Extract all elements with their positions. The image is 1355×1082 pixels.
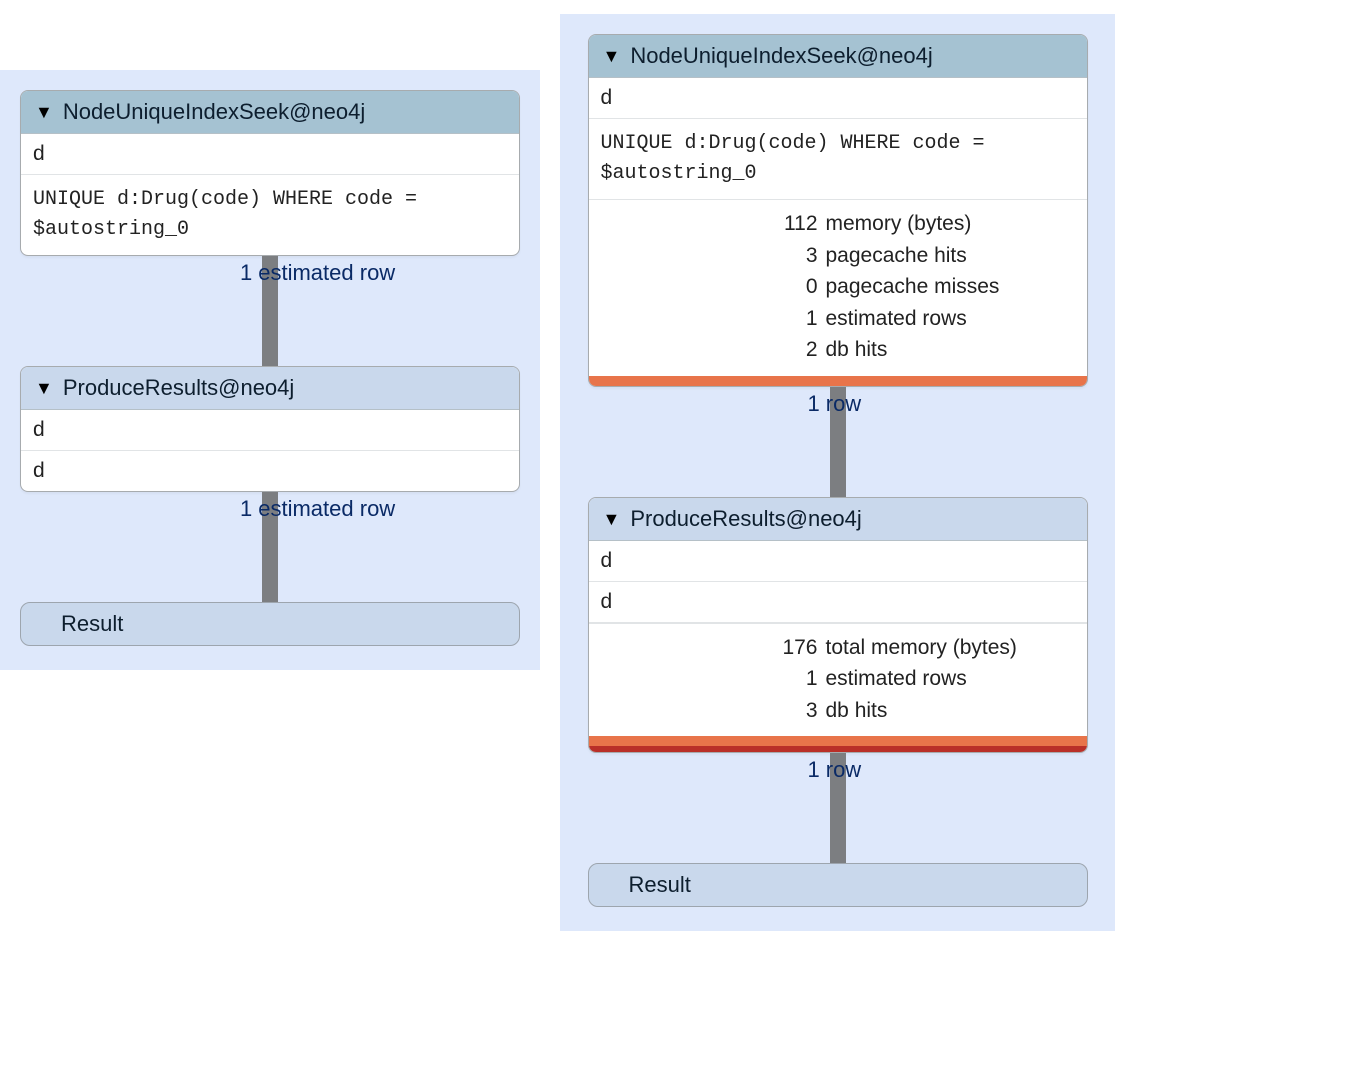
stat-row: 1estimated rows [601,663,1075,695]
result-node[interactable]: Result [588,863,1088,907]
connector-label: 1 row [830,391,862,417]
connector-label: 1 estimated row [262,260,395,286]
result-label: Result [611,872,691,897]
node-header[interactable]: ▼ ProduceResults@neo4j [589,498,1087,541]
stat-row: 1estimated rows [601,303,1075,335]
stat-row: 2db hits [601,334,1075,366]
result-label: Result [43,611,123,636]
node-variable: d [589,78,1087,119]
stat-row: 176total memory (bytes) [601,632,1075,664]
connector-text: row [826,757,861,783]
diagram-container: ▼ NodeUniqueIndexSeek@neo4j d UNIQUE d:D… [0,0,1355,931]
node-query: UNIQUE d:Drug(code) WHERE code = $autost… [21,175,519,255]
node-title: ProduceResults@neo4j [63,375,294,401]
node-header[interactable]: ▼ NodeUniqueIndexSeek@neo4j [589,35,1087,78]
connector-text: estimated row [258,260,395,286]
connector-text: estimated row [258,496,395,522]
node-stats: 112memory (bytes) 3pagecache hits 0pagec… [589,199,1087,376]
node-produce-results[interactable]: ▼ ProduceResults@neo4j d d [20,366,520,492]
collapse-icon: ▼ [603,47,621,65]
collapse-icon: ▼ [603,510,621,528]
connector-label: 1 estimated row [262,496,395,522]
node-query: UNIQUE d:Drug(code) WHERE code = $autost… [589,119,1087,199]
node-row: d [589,582,1087,623]
cost-bar [589,736,1087,746]
node-unique-index-seek[interactable]: ▼ NodeUniqueIndexSeek@neo4j d UNIQUE d:D… [588,34,1088,387]
node-stats: 176total memory (bytes) 1estimated rows … [589,623,1087,737]
node-title: ProduceResults@neo4j [630,506,861,532]
stat-row: 112memory (bytes) [601,208,1075,240]
connector-label: 1 row [830,757,862,783]
result-node[interactable]: Result [20,602,520,646]
node-title: NodeUniqueIndexSeek@neo4j [630,43,932,69]
collapse-icon: ▼ [35,379,53,397]
cost-bar [589,376,1087,386]
node-row: d [589,541,1087,582]
node-variable: d [21,134,519,175]
stat-row: 0pagecache misses [601,271,1075,303]
connector: 1 row [578,753,1097,863]
left-panel: ▼ NodeUniqueIndexSeek@neo4j d UNIQUE d:D… [0,70,540,670]
node-produce-results[interactable]: ▼ ProduceResults@neo4j d d 176total memo… [588,497,1088,754]
collapse-icon: ▼ [35,103,53,121]
cost-bar-secondary [589,746,1087,752]
node-row: d [21,451,519,491]
node-header[interactable]: ▼ NodeUniqueIndexSeek@neo4j [21,91,519,134]
stat-row: 3db hits [601,695,1075,727]
node-header[interactable]: ▼ ProduceResults@neo4j [21,367,519,410]
connector-text: row [826,391,861,417]
right-panel: ▼ NodeUniqueIndexSeek@neo4j d UNIQUE d:D… [560,14,1115,931]
connector-count: 1 [808,391,826,417]
stat-row: 3pagecache hits [601,240,1075,272]
connector: 1 estimated row [18,492,522,602]
node-row: d [21,410,519,451]
connector-count: 1 [240,496,258,522]
connector: 1 row [578,387,1097,497]
connector-count: 1 [240,260,258,286]
connector: 1 estimated row [18,256,522,366]
node-title: NodeUniqueIndexSeek@neo4j [63,99,365,125]
connector-count: 1 [808,757,826,783]
node-unique-index-seek[interactable]: ▼ NodeUniqueIndexSeek@neo4j d UNIQUE d:D… [20,90,520,256]
